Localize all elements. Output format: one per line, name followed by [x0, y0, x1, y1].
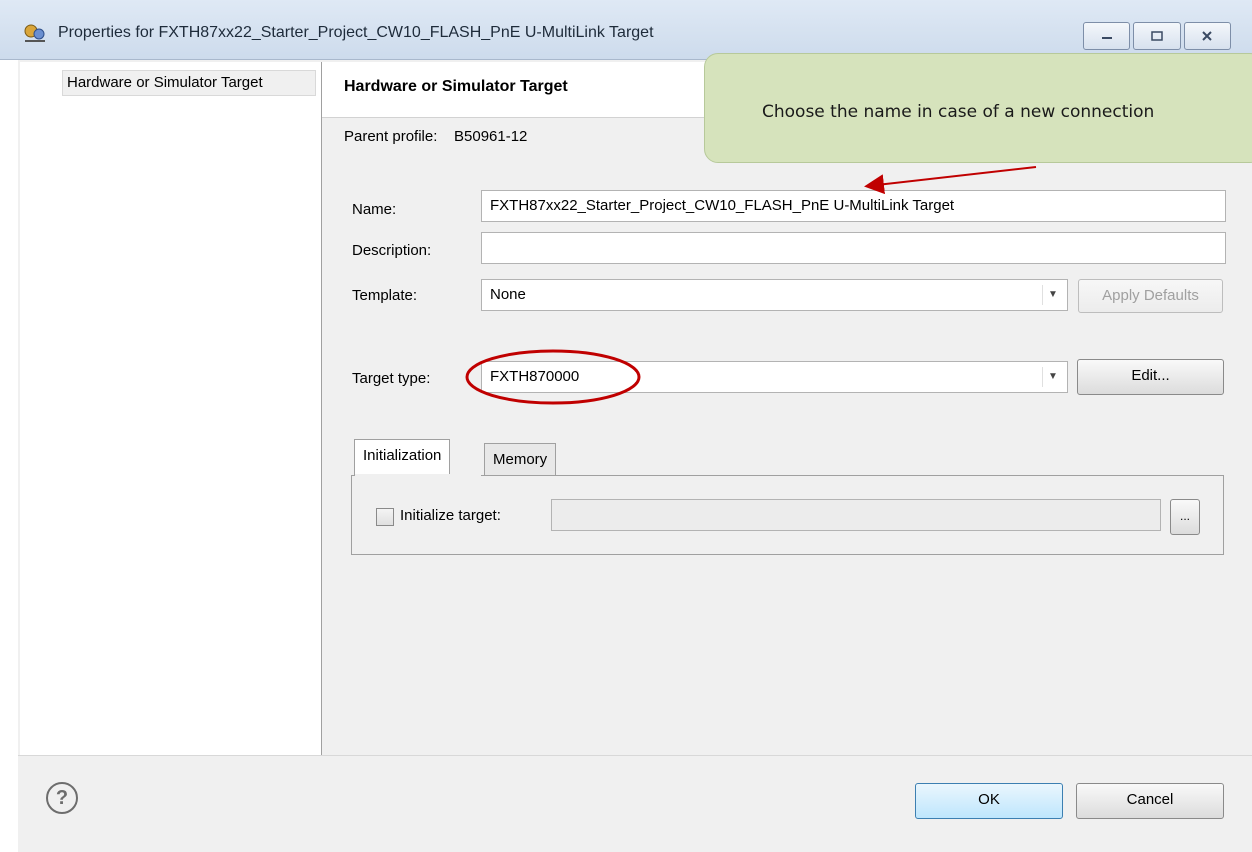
- annotation-highlight-ellipse: [465, 349, 641, 405]
- annotation-arrow: [864, 166, 1037, 195]
- annotation-overlay: [465, 166, 1037, 405]
